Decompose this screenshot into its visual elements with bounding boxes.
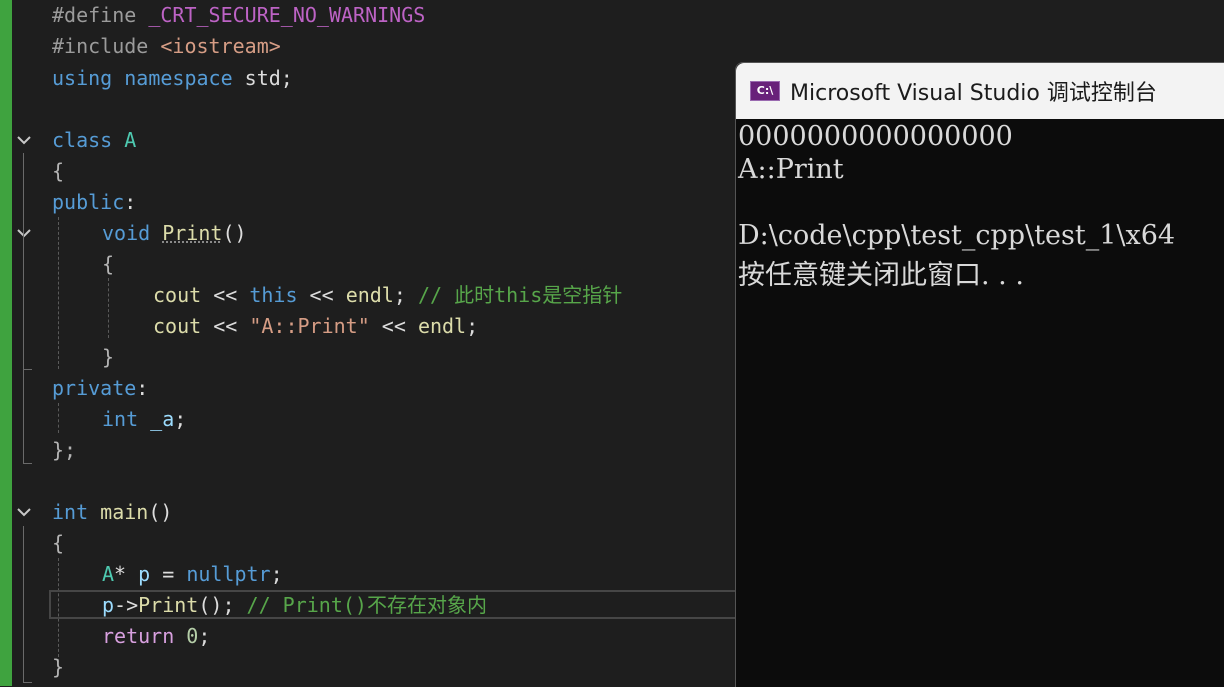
- change-tracking-bar: [0, 0, 12, 686]
- console-output-line: D:\code\cpp\test_cpp\test_1\x64: [738, 220, 1176, 251]
- code-line: int main(): [52, 500, 173, 524]
- indent-guide: [58, 403, 59, 433]
- chevron-down-icon[interactable]: [16, 132, 32, 148]
- indent-guide: [58, 217, 59, 369]
- code-line: using namespace std;: [52, 66, 293, 90]
- code-line: {: [52, 159, 65, 183]
- code-line: class A: [52, 128, 137, 152]
- code-line: p->Print(); // Print()不存在对象内: [102, 593, 487, 617]
- console-title: Microsoft Visual Studio 调试控制台: [790, 81, 1157, 106]
- chevron-down-icon[interactable]: [16, 504, 32, 520]
- code-line: A* p = nullptr;: [102, 562, 283, 586]
- console-titlebar[interactable]: C:\ Microsoft Visual Studio 调试控制台: [736, 63, 1224, 119]
- fold-bracket: [23, 247, 32, 370]
- code-line: #include <iostream>: [52, 34, 281, 58]
- code-line: void Print(): [102, 221, 247, 245]
- code-line: {: [52, 531, 65, 555]
- code-line: {: [102, 252, 115, 276]
- code-line: cout << "A::Print" << endl;: [153, 314, 479, 338]
- debug-console-window[interactable]: C:\ Microsoft Visual Studio 调试控制台 000000…: [735, 62, 1224, 687]
- code-line: }: [52, 655, 65, 679]
- console-output-line: A::Print: [738, 154, 844, 185]
- indent-guide: [108, 278, 109, 338]
- code-line: };: [52, 438, 77, 462]
- console-output-line: 按任意键关闭此窗口. . .: [738, 260, 1024, 291]
- code-line: private:: [52, 376, 149, 400]
- code-line: #define _CRT_SECURE_NO_WARNINGS: [52, 3, 426, 27]
- console-app-icon: C:\: [750, 81, 780, 101]
- code-line: int _a;: [102, 407, 187, 431]
- console-output-line: 0000000000000000: [738, 121, 1013, 152]
- code-line: cout << this << endl; // 此时this是空指针: [153, 283, 623, 307]
- code-line: }: [102, 345, 115, 369]
- code-line: public:: [52, 190, 137, 214]
- code-line: return 0;: [102, 624, 211, 648]
- fold-bracket: [23, 526, 32, 683]
